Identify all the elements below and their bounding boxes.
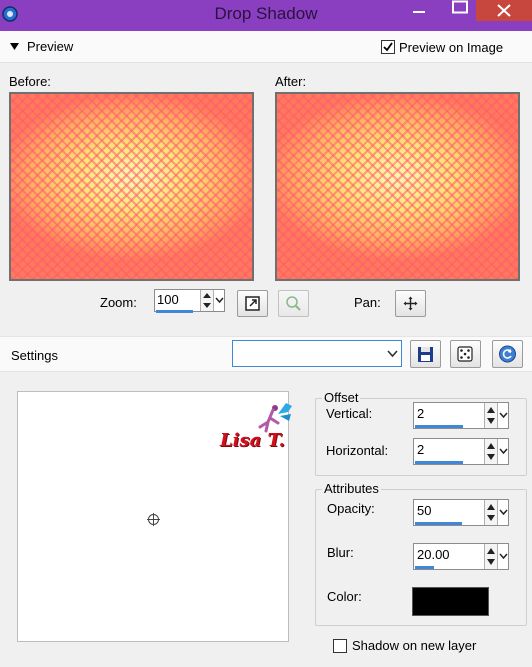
chevron-down-icon bbox=[499, 412, 508, 419]
spin-up-down-icon bbox=[203, 293, 211, 308]
vertical-dropdown[interactable] bbox=[497, 403, 509, 428]
minimize-button[interactable] bbox=[407, 0, 431, 20]
opacity-value[interactable]: 50 bbox=[417, 503, 431, 518]
vertical-spin-buttons[interactable] bbox=[484, 403, 497, 428]
preview-on-image-label[interactable]: Preview on Image bbox=[399, 40, 503, 55]
save-preset-button[interactable] bbox=[410, 340, 441, 368]
chevron-down-icon bbox=[499, 553, 508, 560]
horizontal-dropdown[interactable] bbox=[497, 439, 509, 464]
watermark-text: Lisa T. bbox=[220, 430, 285, 451]
settings-label: Settings bbox=[11, 348, 58, 363]
after-preview-image[interactable] bbox=[275, 92, 520, 281]
blur-level-bar bbox=[415, 566, 434, 569]
zoom-spin-buttons[interactable] bbox=[200, 290, 213, 311]
horizontal-stepper[interactable]: 2 bbox=[413, 438, 509, 465]
randomize-button[interactable] bbox=[450, 340, 481, 368]
blur-label: Blur: bbox=[327, 545, 354, 560]
spin-up-down-icon bbox=[487, 407, 495, 424]
spin-up-down-icon bbox=[487, 504, 495, 521]
blur-dropdown[interactable] bbox=[497, 544, 509, 569]
opacity-dropdown[interactable] bbox=[497, 500, 509, 525]
zoom-actual-button[interactable] bbox=[278, 290, 309, 317]
spin-up-down-icon bbox=[487, 443, 495, 460]
vertical-level-bar bbox=[415, 425, 463, 428]
undo-icon bbox=[499, 345, 516, 363]
settings-bar: Settings bbox=[0, 336, 532, 372]
zoom-level-bar bbox=[156, 310, 193, 313]
zoom-dropdown[interactable] bbox=[213, 290, 225, 311]
shadow-new-layer-checkbox[interactable] bbox=[333, 639, 347, 653]
before-preview-image[interactable] bbox=[9, 92, 254, 281]
close-icon bbox=[497, 4, 511, 17]
opacity-label: Opacity: bbox=[327, 501, 375, 516]
horizontal-label: Horizontal: bbox=[326, 443, 389, 458]
magnifier-icon bbox=[286, 296, 301, 311]
horizontal-spin-buttons[interactable] bbox=[484, 439, 497, 464]
title-bar: Drop Shadow bbox=[0, 0, 532, 31]
color-label: Color: bbox=[327, 589, 362, 604]
vertical-value[interactable]: 2 bbox=[417, 406, 424, 421]
move-arrows-icon bbox=[403, 296, 418, 311]
maximize-button[interactable] bbox=[444, 0, 476, 20]
color-swatch[interactable] bbox=[412, 587, 489, 616]
reset-button[interactable] bbox=[492, 340, 523, 368]
floppy-disk-icon bbox=[418, 347, 433, 362]
preset-dropdown[interactable] bbox=[232, 340, 402, 367]
vertical-label: Vertical: bbox=[326, 406, 373, 421]
preview-header: Preview Preview on Image bbox=[0, 31, 532, 63]
pan-button[interactable] bbox=[395, 290, 426, 317]
chevron-down-icon bbox=[215, 297, 224, 304]
opacity-stepper[interactable]: 50 bbox=[413, 499, 509, 526]
preview-on-image-checkbox[interactable] bbox=[381, 40, 395, 54]
preview-section-label[interactable]: Preview bbox=[27, 39, 73, 54]
blur-value[interactable]: 20.00 bbox=[417, 547, 450, 562]
zoom-value[interactable]: 100 bbox=[157, 292, 179, 307]
horizontal-level-bar bbox=[415, 461, 463, 464]
after-label: After: bbox=[275, 74, 307, 89]
attributes-group-label: Attributes bbox=[322, 481, 381, 496]
offset-group-label: Offset bbox=[322, 390, 361, 405]
crosshair-icon[interactable] bbox=[145, 511, 162, 528]
zoom-stepper[interactable]: 100 bbox=[154, 289, 225, 313]
dice-icon bbox=[457, 346, 473, 362]
close-button[interactable] bbox=[476, 0, 532, 21]
vertical-stepper[interactable]: 2 bbox=[413, 402, 509, 429]
zoom-fit-button[interactable] bbox=[237, 290, 268, 317]
shadow-new-layer-label[interactable]: Shadow on new layer bbox=[352, 638, 476, 653]
chevron-down-icon bbox=[499, 448, 508, 455]
chevron-down-icon bbox=[499, 509, 508, 516]
opacity-level-bar bbox=[415, 522, 462, 525]
shadow-offset-canvas[interactable]: Lisa T. bbox=[17, 391, 292, 642]
checkmark-icon bbox=[383, 42, 393, 52]
fit-window-icon bbox=[245, 296, 260, 311]
collapse-arrow-icon[interactable] bbox=[10, 43, 19, 50]
pan-label: Pan: bbox=[354, 295, 381, 310]
zoom-label: Zoom: bbox=[100, 295, 137, 310]
chevron-down-icon bbox=[387, 350, 398, 358]
opacity-spin-buttons[interactable] bbox=[484, 500, 497, 525]
fairy-logo-icon bbox=[258, 403, 292, 433]
horizontal-value[interactable]: 2 bbox=[417, 442, 424, 457]
blur-spin-buttons[interactable] bbox=[484, 544, 497, 569]
before-label: Before: bbox=[9, 74, 51, 89]
blur-stepper[interactable]: 20.00 bbox=[413, 543, 509, 570]
spin-up-down-icon bbox=[487, 548, 495, 565]
